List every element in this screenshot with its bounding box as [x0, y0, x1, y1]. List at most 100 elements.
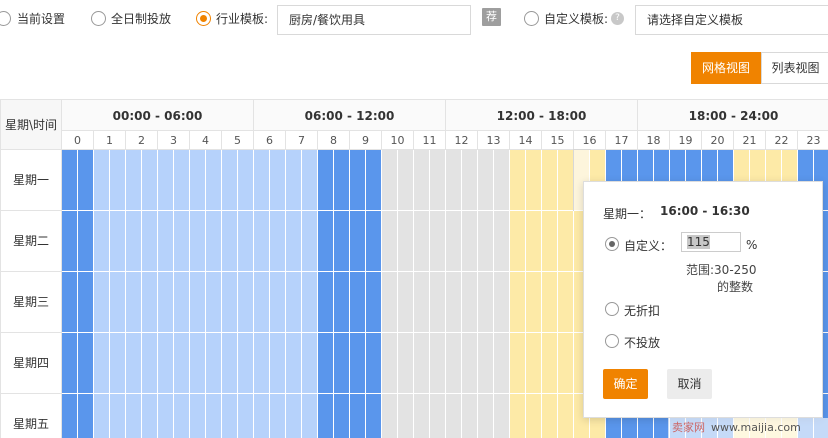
time-slot-cell[interactable] [142, 272, 158, 333]
time-slot-cell[interactable] [350, 333, 366, 394]
time-slot-cell[interactable] [94, 211, 110, 272]
time-slot-cell[interactable] [270, 394, 286, 438]
radio-industry-template[interactable] [196, 11, 211, 26]
time-slot-cell[interactable] [446, 333, 462, 394]
time-slot-cell[interactable] [478, 211, 494, 272]
time-slot-cell[interactable] [478, 272, 494, 333]
time-slot-cell[interactable] [254, 394, 270, 438]
time-slot-cell[interactable] [254, 333, 270, 394]
time-slot-cell[interactable] [318, 272, 334, 333]
time-slot-cell[interactable] [238, 333, 254, 394]
time-slot-cell[interactable] [158, 211, 174, 272]
time-slot-cell[interactable] [62, 272, 78, 333]
time-slot-cell[interactable] [286, 272, 302, 333]
time-slot-cell[interactable] [142, 333, 158, 394]
time-slot-cell[interactable] [526, 150, 542, 211]
time-slot-cell[interactable] [78, 333, 94, 394]
time-slot-cell[interactable] [446, 150, 462, 211]
time-slot-cell[interactable] [110, 333, 126, 394]
time-slot-cell[interactable] [206, 394, 222, 438]
discount-percent-input[interactable]: 115 [681, 232, 741, 252]
time-slot-cell[interactable] [94, 272, 110, 333]
time-slot-cell[interactable] [206, 211, 222, 272]
time-slot-cell[interactable] [206, 333, 222, 394]
time-slot-cell[interactable] [62, 333, 78, 394]
time-slot-cell[interactable] [334, 394, 350, 438]
time-slot-cell[interactable] [414, 394, 430, 438]
time-slot-cell[interactable] [206, 272, 222, 333]
time-slot-cell[interactable] [270, 333, 286, 394]
time-slot-cell[interactable] [558, 272, 574, 333]
time-slot-cell[interactable] [462, 272, 478, 333]
time-slot-cell[interactable] [222, 394, 238, 438]
time-slot-cell[interactable] [398, 333, 414, 394]
time-slot-cell[interactable] [542, 211, 558, 272]
time-slot-cell[interactable] [542, 150, 558, 211]
time-slot-cell[interactable] [286, 211, 302, 272]
time-slot-cell[interactable] [94, 150, 110, 211]
time-slot-cell[interactable] [558, 394, 574, 438]
time-slot-cell[interactable] [462, 394, 478, 438]
time-slot-cell[interactable] [494, 394, 510, 438]
radio-full-day[interactable] [91, 11, 106, 26]
time-slot-cell[interactable] [158, 272, 174, 333]
time-slot-cell[interactable] [174, 211, 190, 272]
time-slot-cell[interactable] [526, 272, 542, 333]
time-slot-cell[interactable] [414, 150, 430, 211]
time-slot-cell[interactable] [254, 272, 270, 333]
time-slot-cell[interactable] [526, 211, 542, 272]
time-slot-cell[interactable] [174, 333, 190, 394]
time-slot-cell[interactable] [270, 150, 286, 211]
time-slot-cell[interactable] [542, 394, 558, 438]
time-slot-cell[interactable] [366, 272, 382, 333]
time-slot-cell[interactable] [334, 150, 350, 211]
time-slot-cell[interactable] [398, 272, 414, 333]
time-slot-cell[interactable] [430, 394, 446, 438]
time-slot-cell[interactable] [382, 272, 398, 333]
time-slot-cell[interactable] [494, 272, 510, 333]
time-slot-cell[interactable] [78, 394, 94, 438]
time-slot-cell[interactable] [302, 333, 318, 394]
time-slot-cell[interactable] [190, 394, 206, 438]
time-slot-cell[interactable] [62, 394, 78, 438]
time-slot-cell[interactable] [334, 272, 350, 333]
time-slot-cell[interactable] [526, 394, 542, 438]
time-slot-cell[interactable] [350, 272, 366, 333]
time-slot-cell[interactable] [430, 211, 446, 272]
time-slot-cell[interactable] [142, 211, 158, 272]
time-slot-cell[interactable] [446, 272, 462, 333]
time-slot-cell[interactable] [462, 211, 478, 272]
time-slot-cell[interactable] [110, 211, 126, 272]
time-slot-cell[interactable] [398, 150, 414, 211]
time-slot-cell[interactable] [462, 150, 478, 211]
recommend-badge[interactable]: 荐 [482, 8, 501, 26]
time-slot-cell[interactable] [222, 211, 238, 272]
time-slot-cell[interactable] [430, 333, 446, 394]
time-slot-cell[interactable] [558, 333, 574, 394]
time-slot-cell[interactable] [366, 394, 382, 438]
time-slot-cell[interactable] [190, 150, 206, 211]
time-slot-cell[interactable] [366, 333, 382, 394]
time-slot-cell[interactable] [126, 333, 142, 394]
time-slot-cell[interactable] [494, 150, 510, 211]
time-slot-cell[interactable] [174, 394, 190, 438]
time-slot-cell[interactable] [94, 394, 110, 438]
time-slot-cell[interactable] [334, 211, 350, 272]
confirm-button[interactable]: 确定 [603, 369, 648, 399]
time-slot-cell[interactable] [62, 150, 78, 211]
time-slot-cell[interactable] [382, 150, 398, 211]
time-slot-cell[interactable] [334, 333, 350, 394]
time-slot-cell[interactable] [510, 394, 526, 438]
time-slot-cell[interactable] [222, 333, 238, 394]
time-slot-cell[interactable] [142, 150, 158, 211]
time-slot-cell[interactable] [542, 333, 558, 394]
time-slot-cell[interactable] [510, 150, 526, 211]
time-slot-cell[interactable] [446, 394, 462, 438]
time-slot-cell[interactable] [110, 394, 126, 438]
time-slot-cell[interactable] [494, 333, 510, 394]
grid-view-button[interactable]: 网格视图 [691, 52, 761, 84]
time-slot-cell[interactable] [478, 150, 494, 211]
time-slot-cell[interactable] [126, 150, 142, 211]
time-slot-cell[interactable] [190, 272, 206, 333]
time-slot-cell[interactable] [558, 150, 574, 211]
